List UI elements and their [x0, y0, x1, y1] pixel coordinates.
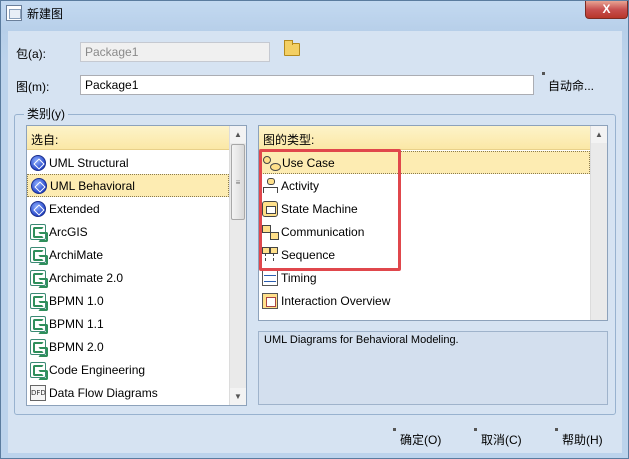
list-item-archimate-2[interactable]: Archimate 2.0	[27, 266, 229, 289]
technology-icon	[30, 269, 48, 288]
list-item-label: BPMN 1.1	[49, 316, 104, 331]
diagram-type-label: Interaction Overview	[281, 293, 391, 308]
list-item-code-engineering[interactable]: Code Engineering	[27, 358, 229, 381]
category-list-scrollbar[interactable]: ▲ ≡ ▼	[229, 126, 246, 405]
diagram-type-label: State Machine	[281, 201, 358, 216]
list-item-label: Code Engineering	[49, 362, 146, 377]
timing-icon	[262, 269, 278, 286]
title-bar[interactable]: 新建图 X	[1, 1, 628, 25]
list-item-extended[interactable]: Extended	[27, 197, 229, 220]
diagram-type-timing[interactable]: Timing	[259, 266, 590, 289]
scroll-up-button[interactable]: ▲	[230, 126, 246, 143]
interaction-overview-icon	[262, 292, 278, 309]
diagram-type-label: Sequence	[281, 247, 336, 262]
ok-button[interactable]: 确定(O)	[392, 428, 445, 450]
diagram-type-label: Timing	[281, 270, 317, 285]
diagram-type-sequence[interactable]: Sequence	[259, 243, 590, 266]
list-item-data-flow-diagrams[interactable]: DFD Data Flow Diagrams	[27, 381, 229, 404]
diagram-type-use-case[interactable]: Use Case	[259, 151, 590, 174]
folder-browse-icon[interactable]	[284, 40, 300, 56]
scroll-thumb[interactable]: ≡	[231, 144, 245, 220]
category-group-label: 类别(y)	[24, 105, 68, 122]
dialog-body: 包(a): Package1 图(m): Package1 自动命... 类别(…	[8, 31, 622, 453]
list-item-label: UML Behavioral	[50, 178, 135, 193]
technology-icon	[30, 223, 48, 242]
diagram-type-scrollbar[interactable]: ▲	[590, 126, 607, 320]
diagram-type-communication[interactable]: Communication	[259, 220, 590, 243]
technology-icon	[30, 338, 48, 357]
category-list-header: 选自:	[27, 126, 246, 150]
diagram-type-state-machine[interactable]: State Machine	[259, 197, 590, 220]
state-machine-icon	[262, 200, 278, 217]
technology-icon	[30, 292, 48, 311]
package-field: Package1	[80, 42, 270, 62]
scroll-up-button[interactable]: ▲	[591, 126, 607, 143]
category-list[interactable]: 选自: UML Structural UML Behavioral Extend…	[26, 125, 247, 406]
list-item-label: BPMN 2.0	[49, 339, 104, 354]
list-item-label: Extended	[49, 201, 100, 216]
diagram-type-list-header: 图的类型:	[259, 126, 607, 150]
uml-icon	[31, 177, 47, 194]
list-item-archimate[interactable]: ArchiMate	[27, 243, 229, 266]
diagram-type-activity[interactable]: Activity	[259, 174, 590, 197]
uml-icon	[30, 154, 46, 171]
list-item-label: Archimate 2.0	[49, 270, 124, 285]
diagram-type-list[interactable]: 图的类型: Use Case Activity State Machine Co…	[258, 125, 608, 321]
list-item-uml-structural[interactable]: UML Structural	[27, 151, 229, 174]
list-item-uml-behavioral[interactable]: UML Behavioral	[27, 174, 229, 197]
diagram-name-label: 图(m):	[16, 80, 50, 94]
diagram-type-label: Use Case	[282, 155, 335, 170]
list-item-label: ArcGIS	[49, 224, 88, 239]
dfd-icon: DFD	[30, 384, 46, 401]
scroll-down-button[interactable]: ▼	[230, 388, 246, 405]
cancel-button[interactable]: 取消(C)	[474, 428, 526, 450]
app-icon	[6, 5, 22, 21]
list-item-label: Data Flow Diagrams	[49, 385, 158, 400]
technology-icon	[30, 315, 48, 334]
list-item-label: UML Structural	[49, 155, 129, 170]
help-button[interactable]: 帮助(H)	[555, 428, 607, 450]
use-case-icon	[263, 155, 281, 171]
list-item-bpmn-2-0[interactable]: BPMN 2.0	[27, 335, 229, 358]
communication-icon	[262, 224, 279, 240]
list-item-label: ArchiMate	[49, 247, 104, 262]
close-button[interactable]: X	[585, 1, 628, 19]
diagram-description: UML Diagrams for Behavioral Modeling.	[258, 331, 608, 405]
diagram-type-label: Activity	[281, 178, 320, 193]
package-label: 包(a):	[16, 47, 47, 61]
window-title: 新建图	[27, 7, 64, 21]
diagram-type-label: Communication	[281, 224, 365, 239]
auto-name-button[interactable]: 自动命...	[541, 72, 598, 96]
uml-icon	[30, 200, 46, 217]
list-item-bpmn-1-0[interactable]: BPMN 1.0	[27, 289, 229, 312]
list-item-bpmn-1-1[interactable]: BPMN 1.1	[27, 312, 229, 335]
technology-icon	[30, 361, 48, 380]
technology-icon	[30, 246, 48, 265]
list-item-label: BPMN 1.0	[49, 293, 104, 308]
diagram-name-input[interactable]: Package1	[80, 75, 534, 95]
list-item-arcgis[interactable]: ArcGIS	[27, 220, 229, 243]
sequence-icon	[262, 246, 278, 263]
diagram-type-interaction-overview[interactable]: Interaction Overview	[259, 289, 590, 312]
new-diagram-dialog: 新建图 X 包(a): Package1 图(m): Package1 自动命.…	[0, 0, 629, 459]
activity-icon	[262, 177, 278, 194]
